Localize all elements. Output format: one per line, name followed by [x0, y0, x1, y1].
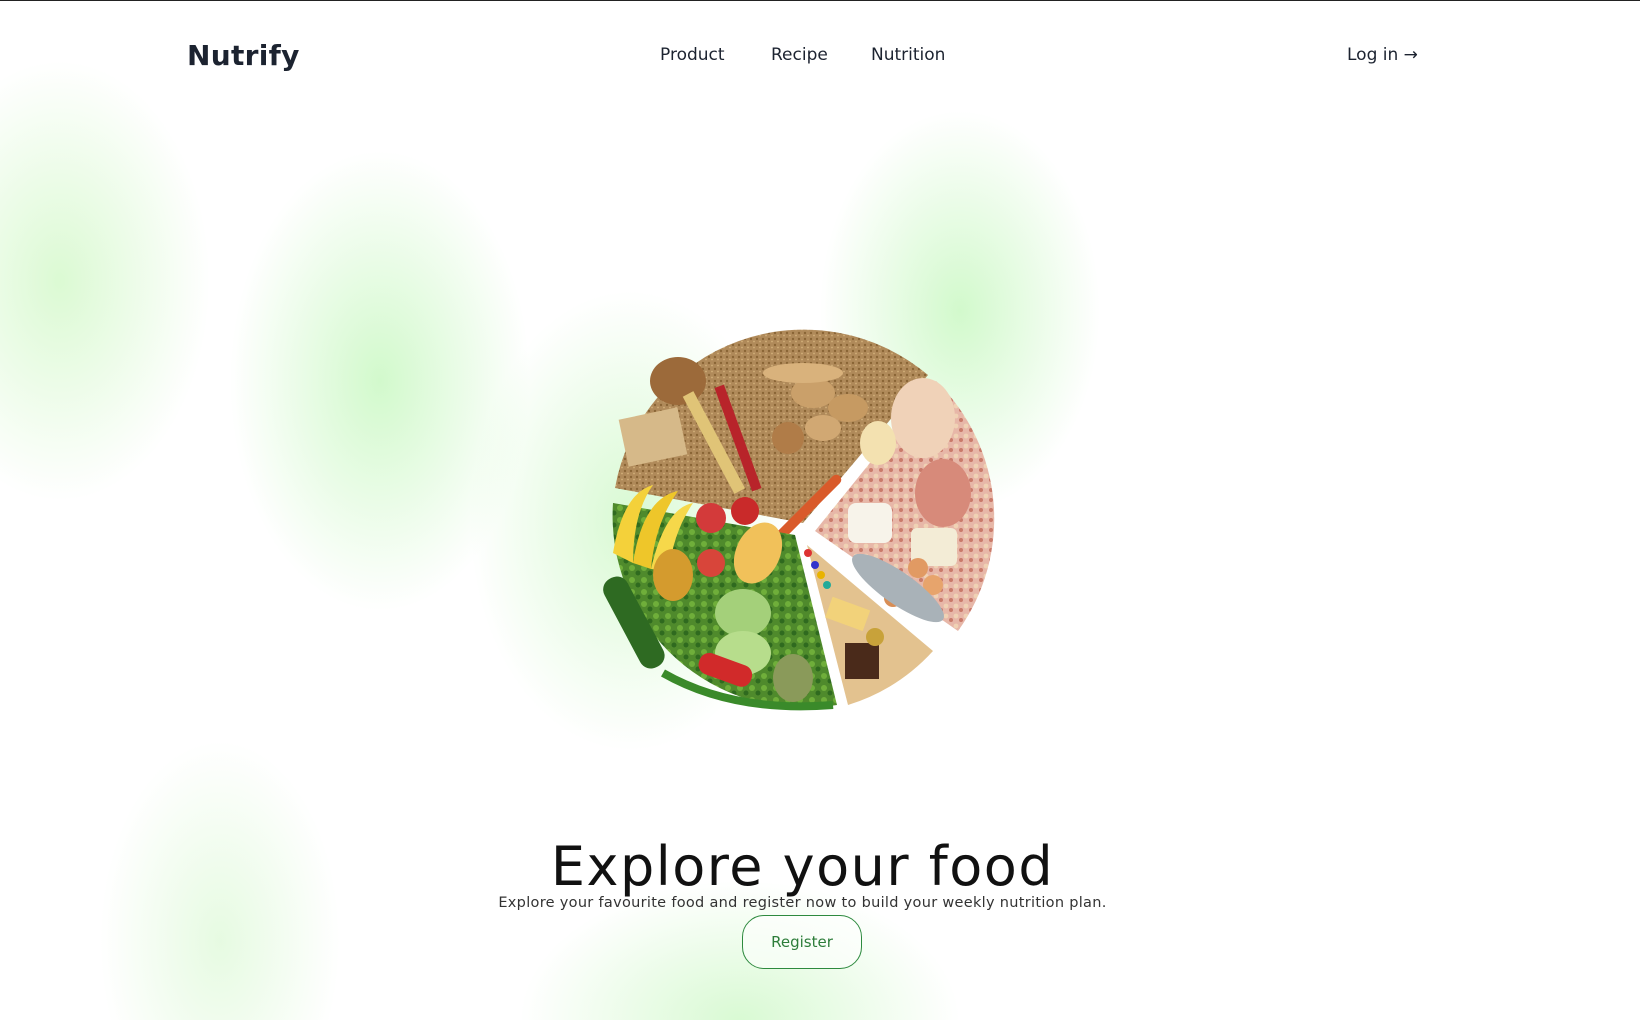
cabbage: [715, 589, 771, 637]
food-plate-illustration: [603, 329, 995, 711]
cheese: [860, 421, 896, 465]
hero-title: Explore your food: [550, 835, 1055, 899]
apple: [696, 503, 726, 533]
artichoke: [773, 654, 813, 702]
register-button[interactable]: Register: [742, 915, 862, 969]
chicken: [891, 378, 955, 458]
nav-item-recipe[interactable]: Recipe: [771, 45, 828, 65]
nav-item-product[interactable]: Product: [660, 45, 725, 65]
olive-oil: [866, 628, 884, 646]
pineapple: [653, 549, 693, 601]
yogurt: [848, 503, 892, 543]
chocolate: [845, 643, 879, 679]
nav-item-nutrition[interactable]: Nutrition: [871, 45, 945, 65]
bread-roll: [650, 357, 706, 405]
food-plate-image: [593, 313, 1013, 733]
hero-subtitle: Explore your favourite food and register…: [498, 894, 1107, 911]
login-link[interactable]: Log in →: [1347, 45, 1418, 65]
steak: [915, 459, 971, 527]
cookie: [772, 422, 804, 454]
landing-page: Nutrify Product Recipe Nutrition Log in …: [0, 0, 1640, 1020]
